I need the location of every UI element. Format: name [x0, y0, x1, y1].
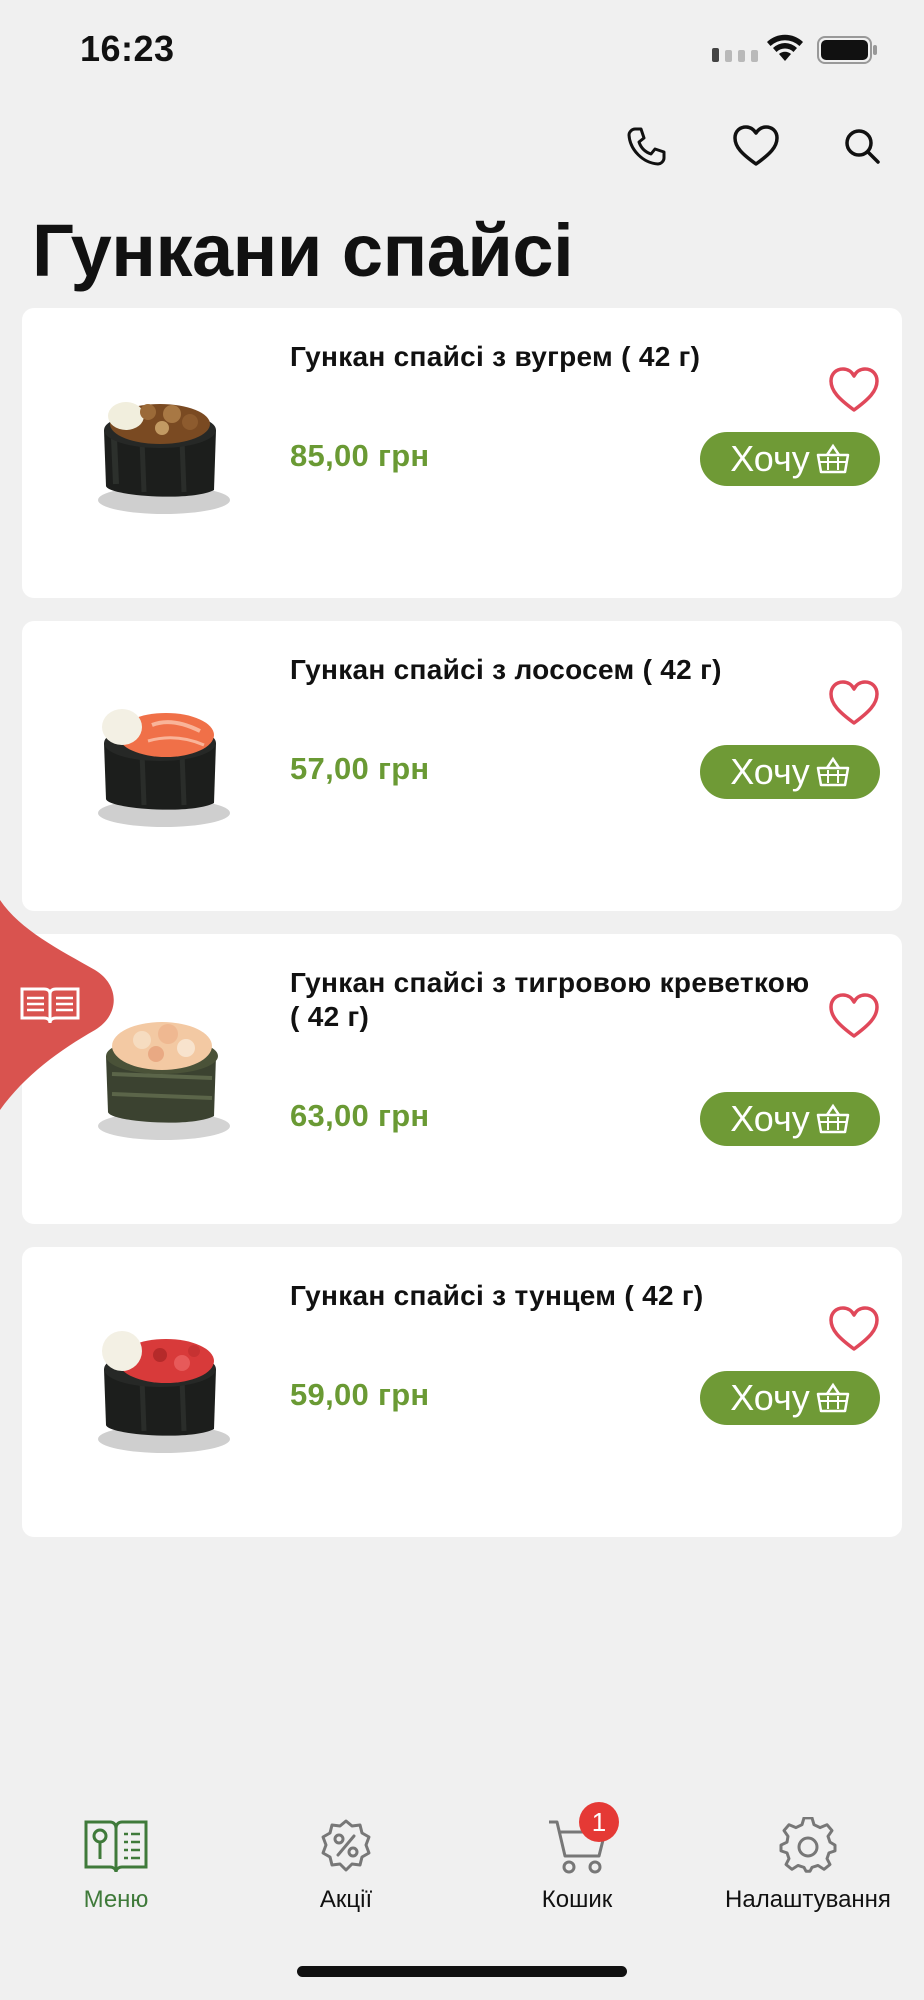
- nav-item-menu[interactable]: Меню: [16, 1810, 216, 1914]
- basket-icon: [816, 756, 850, 787]
- product-card[interactable]: Гункан спайсі з тигровою креветкою ( 42 …: [22, 934, 902, 1224]
- want-button-label: Хочу: [730, 751, 810, 792]
- nav-item-promotions[interactable]: Акції: [246, 1810, 446, 1914]
- want-button-label: Хочу: [730, 1377, 810, 1418]
- want-button[interactable]: Хочу: [700, 745, 880, 799]
- want-button[interactable]: Хочу: [700, 1092, 880, 1146]
- favorite-heart-icon[interactable]: [828, 990, 880, 1042]
- nav-item-settings[interactable]: Налаштування: [708, 1810, 908, 1914]
- cellular-signal-icon: [712, 48, 758, 62]
- product-image: [98, 709, 230, 827]
- basket-icon: [816, 1103, 850, 1134]
- nav-label: Налаштування: [725, 1886, 891, 1913]
- product-price: 59,00 грн: [290, 1377, 430, 1412]
- nav-label: Меню: [83, 1886, 149, 1913]
- product-price: 85,00 грн: [290, 438, 430, 473]
- cart-icon: 1: [541, 1802, 619, 1882]
- product-card[interactable]: Гункан спайсі з вугрем ( 42 г) 85,00 грн…: [22, 308, 902, 598]
- want-button-label: Хочу: [730, 1098, 810, 1139]
- status-bar: 16:23: [0, 0, 924, 100]
- favorite-heart-icon[interactable]: [828, 677, 880, 729]
- want-button[interactable]: Хочу: [700, 1371, 880, 1425]
- product-name: Гункан спайсі з тигровою креветкою ( 42 …: [290, 967, 810, 1032]
- product-image: [98, 402, 230, 514]
- wifi-icon: [767, 34, 803, 61]
- want-button-label: Хочу: [730, 438, 810, 479]
- discount-icon: [310, 1810, 382, 1882]
- menu-book-icon: [80, 1810, 152, 1882]
- battery-icon: [817, 36, 877, 64]
- status-time: 16:23: [80, 28, 175, 69]
- product-name: Гункан спайсі з лососем ( 42 г): [290, 654, 722, 685]
- nav-label: Кошик: [541, 1886, 613, 1913]
- settings-icon: [772, 1810, 844, 1882]
- basket-icon: [816, 443, 850, 474]
- home-indicator: [297, 1966, 627, 1977]
- page-title: Гункани спайсі: [32, 209, 574, 292]
- want-button[interactable]: Хочу: [700, 432, 880, 486]
- phone-icon[interactable]: [618, 118, 674, 174]
- product-list: Гункан спайсі з вугрем ( 42 г) 85,00 грн…: [22, 308, 902, 1560]
- bottom-navigation: Меню Акції 1 Кошик Налаштування: [0, 1802, 924, 1930]
- side-menu-tab[interactable]: [0, 900, 120, 1110]
- product-image: [98, 1331, 230, 1453]
- nav-label: Акції: [319, 1886, 373, 1913]
- product-price: 63,00 грн: [290, 1098, 430, 1133]
- product-card[interactable]: Гункан спайсі з лососем ( 42 г) 57,00 гр…: [22, 621, 902, 911]
- search-icon[interactable]: [834, 118, 890, 174]
- favorite-heart-icon[interactable]: [828, 364, 880, 416]
- product-price: 57,00 грн: [290, 751, 430, 786]
- cart-badge: 1: [579, 1802, 619, 1842]
- heart-icon[interactable]: [728, 118, 784, 174]
- nav-item-cart[interactable]: 1 Кошик: [477, 1802, 677, 1914]
- product-name: Гункан спайсі з вугрем ( 42 г): [290, 341, 701, 372]
- top-actions: [0, 118, 924, 178]
- product-name: Гункан спайсі з тунцем ( 42 г): [290, 1280, 704, 1311]
- basket-icon: [816, 1382, 850, 1413]
- product-card[interactable]: Гункан спайсі з тунцем ( 42 г) 59,00 грн…: [22, 1247, 902, 1537]
- favorite-heart-icon[interactable]: [828, 1303, 880, 1355]
